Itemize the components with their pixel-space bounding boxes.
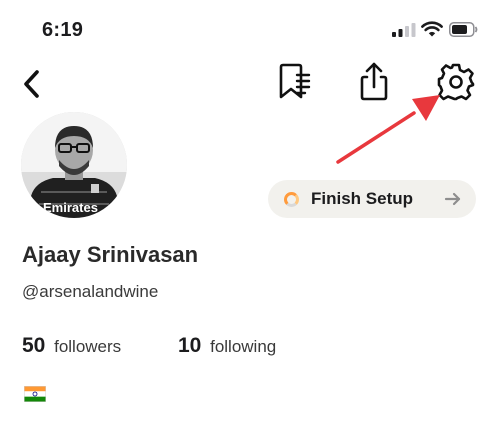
profile-username: @arsenalandwine xyxy=(22,282,159,301)
chevron-left-icon[interactable] xyxy=(20,66,44,102)
battery-icon xyxy=(449,22,478,37)
followers-label: followers xyxy=(54,337,122,356)
india-flag-icon xyxy=(24,386,46,402)
avatar[interactable]: Emirates xyxy=(21,112,127,218)
finish-setup-label: Finish Setup xyxy=(311,189,413,208)
arrow-right-icon xyxy=(444,192,461,206)
wifi-icon xyxy=(421,21,443,37)
following-count: 10 xyxy=(178,334,202,357)
followers-stat[interactable]: 50 followers xyxy=(22,334,121,358)
finish-setup-button[interactable]: Finish Setup xyxy=(268,180,476,218)
profile-display-name: Ajaay Srinivasan xyxy=(22,242,199,267)
following-label: following xyxy=(210,337,277,356)
status-time: 6:19 xyxy=(42,19,84,41)
followers-count: 50 xyxy=(22,334,46,357)
progress-ring-icon xyxy=(284,191,299,207)
avatar-jersey-text: Emirates xyxy=(43,200,98,215)
profile-top-bar xyxy=(0,60,500,106)
cellular-signal-icon xyxy=(392,23,416,37)
gear-icon[interactable] xyxy=(436,62,476,102)
status-bar: 6:19 xyxy=(0,0,500,60)
following-stat[interactable]: 10 following xyxy=(178,334,276,358)
bookmark-list-icon[interactable] xyxy=(277,62,311,102)
share-icon[interactable] xyxy=(356,60,392,102)
